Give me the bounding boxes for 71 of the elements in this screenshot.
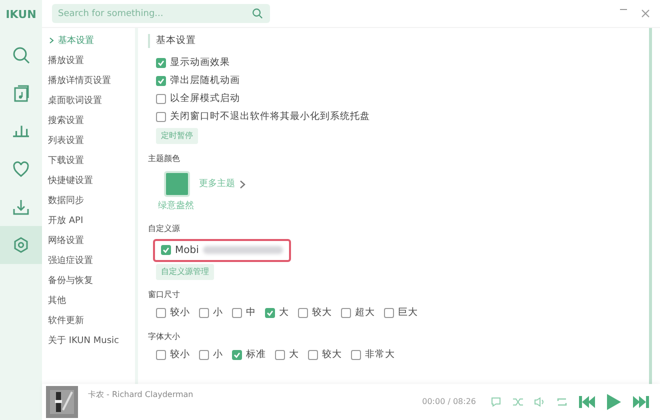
settings-nav-item[interactable]: 数据同步	[48, 192, 84, 212]
theme-name: 绿意盎然	[158, 200, 195, 214]
theme-swatch[interactable]	[164, 171, 190, 198]
checkbox-option[interactable]: 标准	[232, 346, 266, 364]
play-button[interactable]	[606, 393, 622, 411]
settings-nav-item[interactable]: 强迫症设置	[48, 252, 93, 272]
checkbox-option[interactable]: 显示动画效果	[156, 54, 649, 72]
checkbox-option[interactable]: 巨大	[384, 304, 418, 322]
checkbox-option[interactable]: 小	[199, 304, 223, 322]
section-label: 窗口尺寸	[148, 288, 181, 301]
checkbox-option[interactable]: 较小	[156, 346, 190, 364]
close-button[interactable]	[641, 9, 650, 18]
close-icon	[641, 9, 650, 18]
volume-button[interactable]	[534, 396, 546, 408]
checkbox-option[interactable]: 非常大	[351, 346, 395, 364]
settings-nav-item[interactable]: 基本设置	[48, 32, 94, 52]
settings-nav-item[interactable]: 搜索设置	[48, 112, 84, 132]
checkbox-option[interactable]: 关闭窗口时不退出软件将其最小化到系统托盘	[156, 108, 649, 126]
settings-nav-item[interactable]: 软件更新	[48, 312, 84, 332]
checkmark-icon	[157, 59, 165, 68]
settings-nav-item[interactable]: 列表设置	[48, 132, 84, 152]
section-title: 基本设置	[148, 34, 196, 48]
section-label: 自定义源	[148, 222, 181, 235]
search-icon	[252, 8, 263, 19]
settings-nav-item[interactable]: 网络设置	[48, 232, 84, 252]
time-display: 00:00 / 08:26	[422, 396, 476, 408]
settings-nav-item[interactable]: 开放 API	[48, 212, 84, 232]
settings-nav-item[interactable]: 桌面歌词设置	[48, 92, 102, 112]
search-field[interactable]: Search for something...	[52, 4, 270, 23]
checkbox[interactable]	[161, 245, 171, 256]
download-icon	[12, 198, 30, 216]
settings-nav-item[interactable]: 备份与恢复	[48, 272, 93, 292]
checkmark-icon	[233, 350, 241, 359]
checkbox-option[interactable]: 较小	[156, 304, 190, 322]
checkbox-option[interactable]: 小	[199, 346, 223, 364]
checkmark-icon	[266, 308, 274, 317]
checkbox-option[interactable]: 以全屏模式启动	[156, 90, 649, 108]
minimize-icon	[620, 9, 627, 10]
chevron-icon	[239, 180, 246, 189]
checkbox-option[interactable]: 大	[265, 304, 289, 322]
previous-button[interactable]	[578, 395, 596, 409]
settings-nav-item[interactable]: 其他	[48, 292, 66, 312]
checkmark-icon	[162, 246, 170, 254]
music-file-icon	[12, 84, 30, 102]
chevron-icon	[48, 37, 55, 44]
checkbox-option[interactable]: 超大	[341, 304, 375, 322]
sidebar-button[interactable]	[0, 226, 42, 264]
next-button[interactable]	[632, 395, 650, 409]
source-name: Mobi	[175, 244, 199, 258]
section-label: 字体大小	[148, 330, 181, 343]
search-icon	[12, 46, 30, 64]
checkbox-option[interactable]: 较大	[298, 304, 332, 322]
source-option[interactable]: Mobi	[153, 238, 291, 262]
repeat-button[interactable]	[556, 396, 568, 408]
settings-icon	[12, 236, 30, 254]
checkbox-option[interactable]: 中	[232, 304, 256, 322]
settings-nav-item[interactable]: 下载设置	[48, 152, 84, 172]
checkbox-option[interactable]: 较大	[308, 346, 342, 364]
track-title: 卡农 - Richard Clayderman	[88, 389, 194, 401]
settings-nav-item[interactable]: 关于 IKUN Music	[48, 332, 119, 352]
checkmark-icon	[157, 77, 165, 86]
settings-nav-item[interactable]: 播放设置	[48, 52, 84, 72]
section-label: 主题颜色	[148, 153, 181, 166]
settings-nav-item[interactable]: 快捷键设置	[48, 172, 93, 192]
app-logo: IKUN	[6, 7, 36, 23]
checkbox-option[interactable]: 大	[275, 346, 299, 364]
comment-button[interactable]	[490, 396, 502, 408]
checkbox-option[interactable]: 弹出层随机动画	[156, 72, 649, 90]
shuffle-button[interactable]	[512, 396, 524, 408]
settings-nav-item[interactable]: 播放详情页设置	[48, 72, 111, 92]
heart-icon	[12, 160, 30, 178]
